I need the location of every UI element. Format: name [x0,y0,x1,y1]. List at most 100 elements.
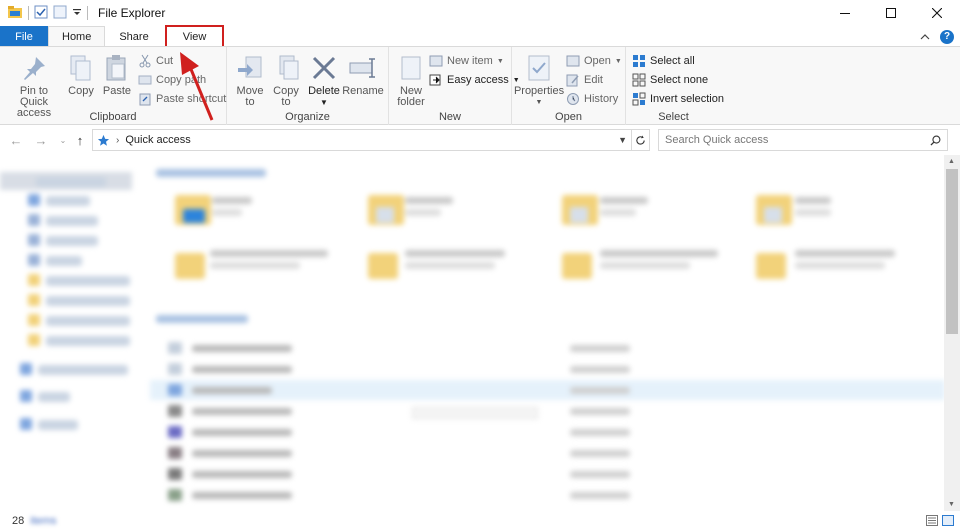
folder-icon[interactable] [368,195,404,225]
properties-check-icon[interactable] [34,5,48,22]
folder-path [795,209,831,216]
folder-icon[interactable] [368,253,398,279]
move-to-button[interactable]: Move to [233,53,267,108]
easy-access-button[interactable]: Easy access ▼ [429,72,520,88]
folder-icon[interactable] [175,253,205,279]
search-icon[interactable] [930,135,941,146]
select-none-label: Select none [650,74,709,86]
tab-file[interactable]: File [0,26,48,47]
nav-item[interactable] [38,365,128,375]
recent-locations-chevron-icon[interactable]: ⌄ [55,132,71,148]
folder-icon[interactable] [756,253,786,279]
nav-item[interactable] [38,392,70,402]
minimize-button[interactable] [822,0,868,26]
tab-share[interactable]: Share [105,26,162,47]
copy-path-button[interactable]: Copy path [138,72,206,88]
refresh-button[interactable] [632,129,650,151]
list-item[interactable] [150,338,945,358]
copy-button[interactable]: Copy [66,53,96,97]
forward-arrow-icon[interactable]: → [33,132,49,148]
select-all-label: Select all [650,55,695,67]
list-item[interactable] [150,422,945,442]
tab-view[interactable]: View [164,25,225,48]
list-item[interactable] [150,359,945,379]
scroll-down-icon[interactable]: ▼ [948,501,955,508]
nav-item[interactable] [46,216,98,226]
select-all-button[interactable]: Select all [632,53,695,69]
large-icons-view-icon[interactable] [942,515,954,526]
list-item[interactable] [150,401,945,421]
rename-icon [349,58,375,78]
nav-item-icon [20,418,32,430]
cut-button[interactable]: Cut [138,53,173,69]
nav-item-icon [28,294,40,306]
history-button[interactable]: History [566,91,618,107]
copy-to-button[interactable]: Copy to [269,53,303,108]
folder-icon[interactable] [756,195,792,225]
breadcrumb-quick-access[interactable]: Quick access [125,134,190,146]
back-arrow-icon[interactable]: ← [8,132,24,148]
new-item-label: New item [447,55,493,67]
cut-label: Cut [156,55,174,67]
maximize-button[interactable] [868,0,914,26]
list-item[interactable] [150,443,945,463]
close-button[interactable] [914,0,960,26]
list-item[interactable] [150,485,945,505]
nav-item[interactable] [36,177,106,187]
tab-home[interactable]: Home [48,26,106,47]
recent-files-header[interactable] [156,315,248,323]
delete-button[interactable]: Delete ▼ [307,53,341,108]
nav-item[interactable] [38,420,78,430]
nav-item[interactable] [46,196,90,206]
paste-shortcut-button[interactable]: Paste shortcut [138,91,226,107]
properties-button[interactable]: Properties ▼ [514,53,564,108]
new-item-button[interactable]: New item ▼ [429,53,504,69]
help-icon[interactable]: ? [940,29,954,44]
ribbon: Pin to Quick access Copy Paste Cut Copy … [0,46,960,125]
paste-button[interactable]: Paste [100,53,134,97]
edit-button[interactable]: Edit [566,72,603,88]
nav-item[interactable] [46,256,82,266]
details-view-icon[interactable] [926,515,938,526]
folder-icon[interactable] [562,253,592,279]
rename-button[interactable]: Rename [342,53,384,97]
folder-path [795,262,885,269]
history-label: History [584,93,619,105]
expand-ribbon-chevron-icon[interactable] [920,30,930,44]
list-item[interactable] [150,464,945,484]
navigation-bar: ← → ⌄ ↑ › Quick access ▼ Search Quick ac… [0,126,960,154]
move-label-2: to [245,96,255,108]
nav-item[interactable] [46,316,130,326]
folder-icon[interactable] [175,195,211,225]
address-dropdown-icon[interactable]: ▼ [618,135,627,145]
nav-item[interactable] [46,296,130,306]
up-arrow-icon[interactable]: ↑ [72,132,88,148]
title-bar: File Explorer [0,0,960,26]
new-folder-button[interactable]: New folder [395,53,427,108]
address-bar[interactable]: › Quick access ▼ [92,129,632,151]
select-none-button[interactable]: Select none [632,72,708,88]
vertical-scrollbar[interactable]: ▲ ▼ [944,155,960,511]
customize-dropdown-icon[interactable] [72,6,82,20]
frequent-folders-header[interactable] [156,169,266,177]
nav-item-icon [28,194,40,206]
scrollbar-thumb[interactable] [946,169,958,334]
item-count: 28 [12,515,25,527]
navigation-pane[interactable] [0,167,135,497]
easy-access-label: Easy access [447,74,509,86]
list-item[interactable] [150,380,945,400]
nav-item[interactable] [46,336,130,346]
move-to-icon [238,56,262,78]
open-group-label: Open [555,111,582,123]
nav-item[interactable] [46,276,130,286]
invert-selection-button[interactable]: Invert selection [632,91,724,107]
new-folder-small-icon[interactable] [53,5,67,22]
select-group-label: Select [658,111,689,123]
search-input[interactable]: Search Quick access [658,129,948,151]
separator [87,6,88,20]
pin-to-quick-access-button[interactable]: Pin to Quick access [6,53,62,119]
scroll-up-icon[interactable]: ▲ [948,158,955,165]
open-button[interactable]: Open ▼ [566,53,622,69]
folder-icon[interactable] [562,195,598,225]
nav-item[interactable] [46,236,98,246]
